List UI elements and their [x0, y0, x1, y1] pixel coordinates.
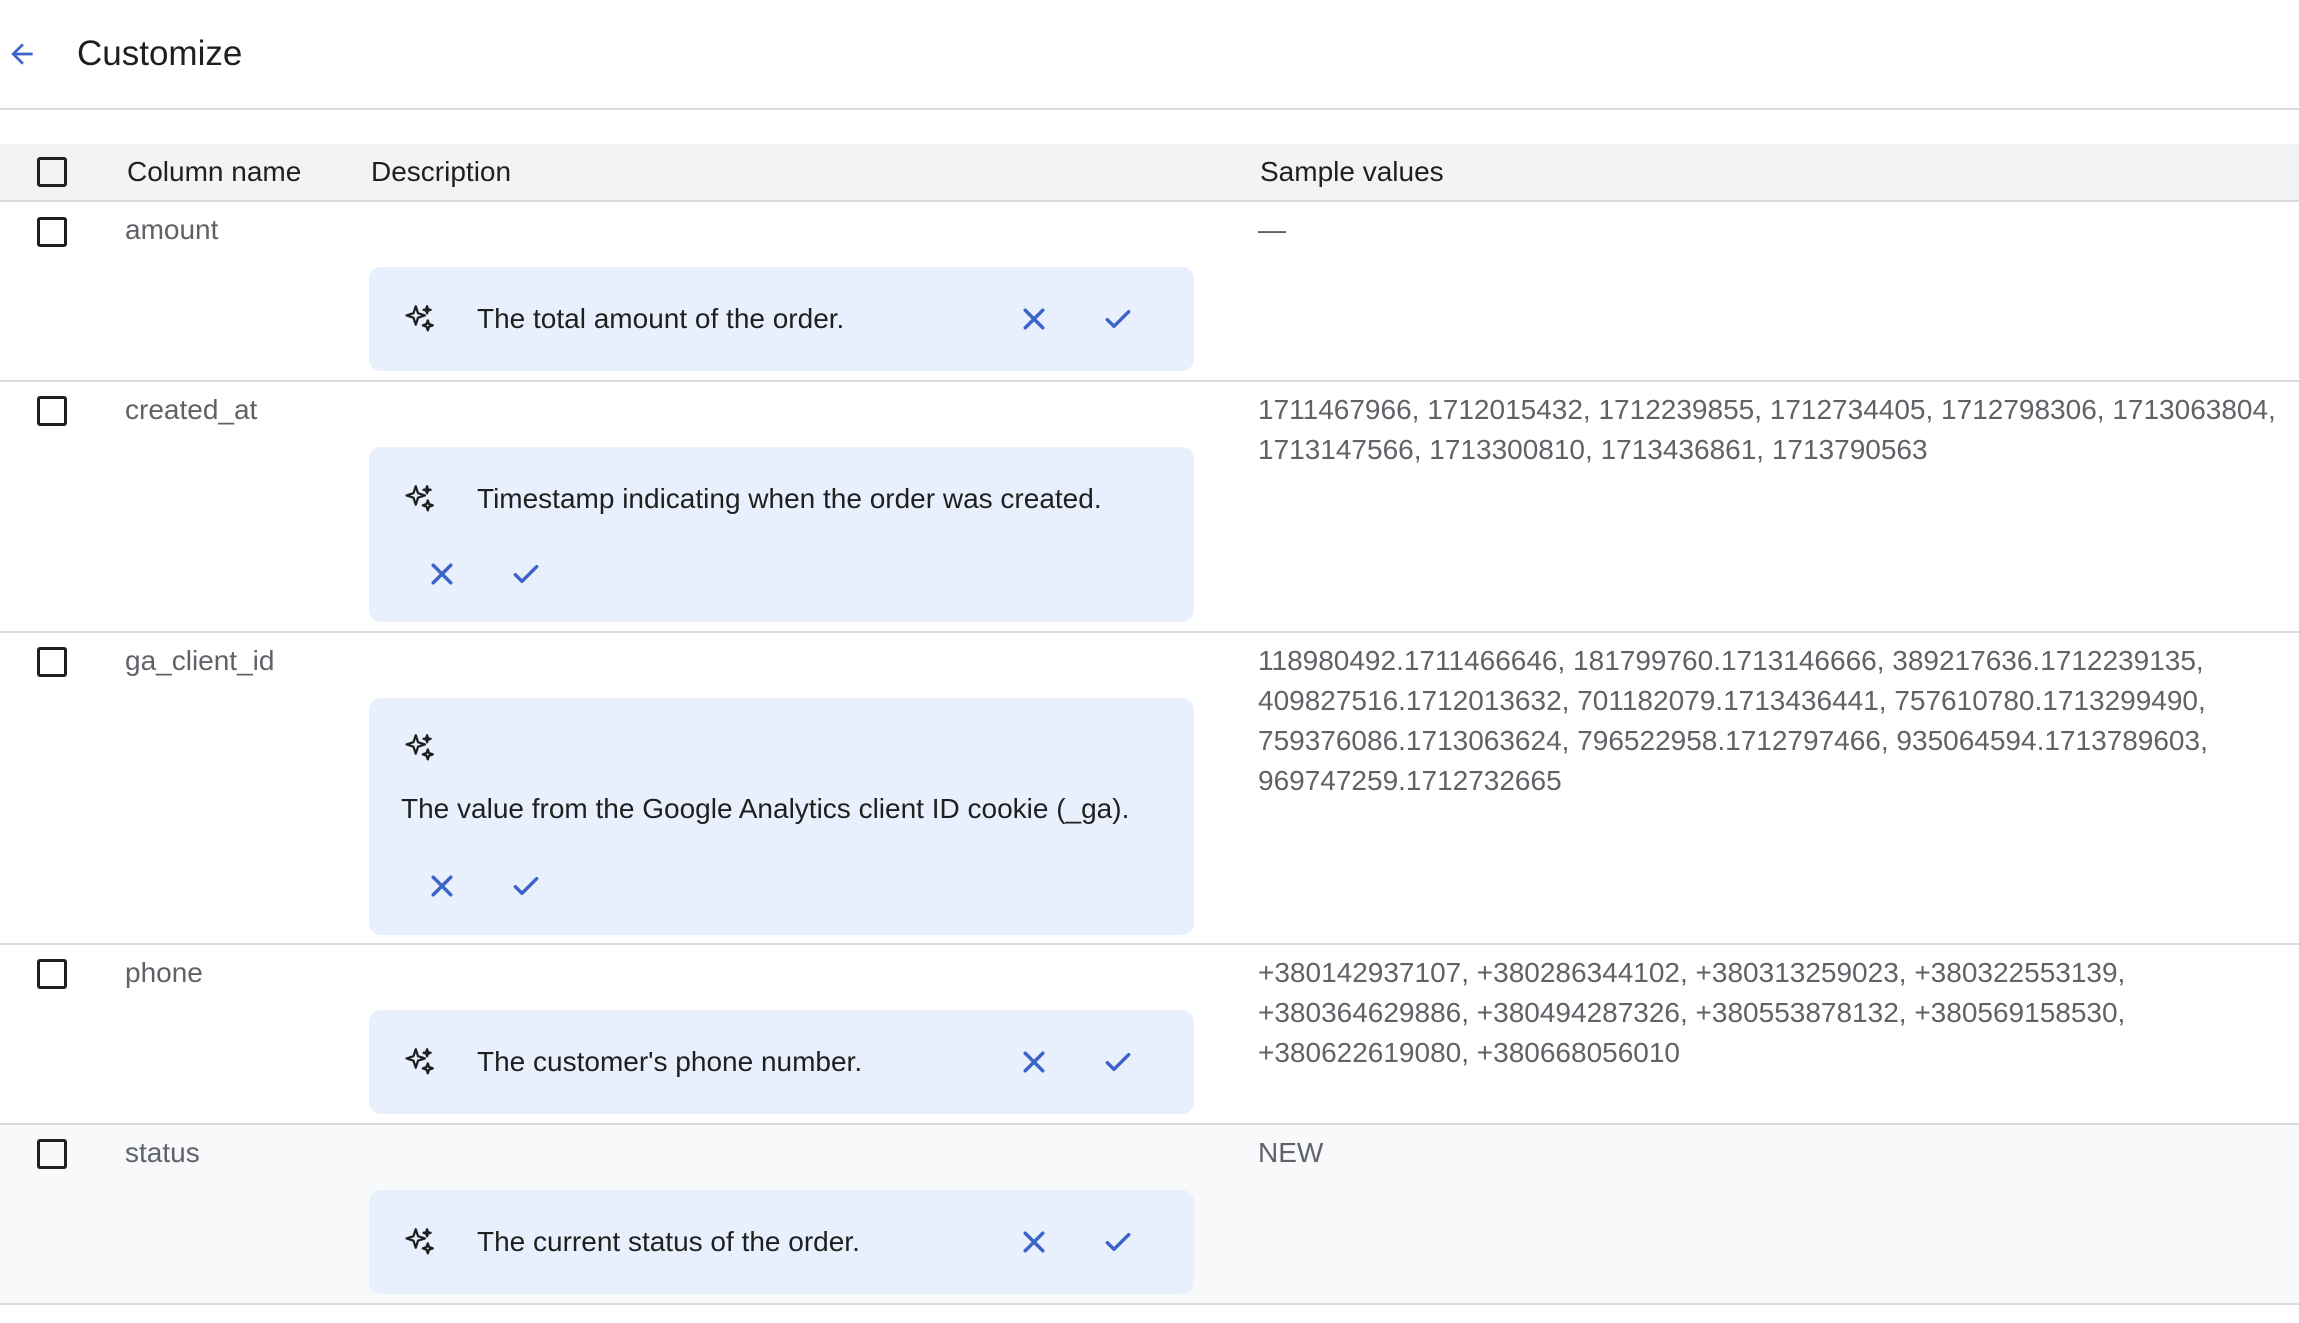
reject-suggestion-button[interactable] [1012, 1220, 1056, 1264]
accept-suggestion-button[interactable] [504, 552, 548, 596]
arrow-back-icon [11, 43, 33, 65]
sample-values-header: Sample values [1260, 156, 1444, 187]
check-icon [513, 564, 539, 584]
sample-values: NEW [1258, 1137, 1324, 1168]
description-text: The total amount of the order. [477, 303, 845, 334]
description-header: Description [371, 156, 512, 187]
row-checkbox[interactable] [37, 217, 67, 247]
sparkle-icon [400, 1222, 440, 1262]
table-header: Column name Description Sample values [0, 144, 2299, 202]
select-all-checkbox[interactable] [37, 157, 67, 187]
sparkle-icon [400, 1042, 440, 1082]
column-name: created_at [125, 394, 258, 425]
close-icon [431, 875, 453, 897]
check-icon [1105, 1232, 1131, 1252]
column-name-header[interactable]: Column name [127, 144, 301, 200]
sparkle-icon [400, 728, 440, 768]
row-checkbox[interactable] [37, 1139, 67, 1169]
close-icon [1023, 1051, 1045, 1073]
table-row: status NEW The current status of the ord… [0, 1125, 2299, 1305]
sample-values: 1711467966, 1712015432, 1712239855, 1712… [1258, 394, 2276, 465]
reject-suggestion-button[interactable] [1012, 297, 1056, 341]
description-suggestion: The current status of the order. [369, 1190, 1194, 1294]
close-icon [431, 563, 453, 585]
customize-page: Customize Column name Description Sample… [0, 0, 2299, 1323]
page-title: Customize [77, 34, 243, 73]
accept-suggestion-button[interactable] [1096, 1220, 1140, 1264]
sparkle-icon [400, 299, 440, 339]
reject-suggestion-button[interactable] [1012, 1040, 1056, 1084]
back-button[interactable] [2, 34, 42, 74]
sample-values: 118980492.1711466646, 181799760.17131466… [1258, 645, 2208, 796]
description-text: Timestamp indicating when the order was … [477, 483, 1102, 514]
check-icon [1105, 309, 1131, 329]
reject-suggestion-button[interactable] [420, 864, 464, 908]
page-header: Customize [0, 0, 2299, 110]
description-text: The current status of the order. [477, 1226, 860, 1257]
description-suggestion: The value from the Google Analytics clie… [369, 698, 1194, 935]
sample-values: — [1258, 214, 1286, 245]
table-row: created_at 1711467966, 1712015432, 17122… [0, 382, 2299, 633]
accept-suggestion-button[interactable] [504, 864, 548, 908]
row-checkbox[interactable] [37, 959, 67, 989]
table-row: amount — The total amount of the order. [0, 202, 2299, 382]
table-row: ga_client_id 118980492.1711466646, 18179… [0, 633, 2299, 945]
sparkle-icon [400, 479, 440, 519]
accept-suggestion-button[interactable] [1096, 1040, 1140, 1084]
column-name: ga_client_id [125, 645, 275, 676]
column-name: amount [125, 214, 219, 245]
row-checkbox[interactable] [37, 396, 67, 426]
description-text: The value from the Google Analytics clie… [401, 793, 1130, 824]
check-icon [1105, 1052, 1131, 1072]
accept-suggestion-button[interactable] [1096, 297, 1140, 341]
close-icon [1023, 308, 1045, 330]
sample-values: +380142937107, +380286344102, +380313259… [1258, 957, 2126, 1068]
description-suggestion: The customer's phone number. [369, 1010, 1194, 1114]
close-icon [1023, 1231, 1045, 1253]
row-checkbox[interactable] [37, 647, 67, 677]
column-name: phone [125, 957, 203, 988]
description-suggestion: Timestamp indicating when the order was … [369, 447, 1194, 622]
table-row: phone +380142937107, +380286344102, +380… [0, 945, 2299, 1125]
reject-suggestion-button[interactable] [420, 552, 464, 596]
description-suggestion: The total amount of the order. [369, 267, 1194, 371]
column-name: status [125, 1137, 200, 1168]
check-icon [513, 876, 539, 896]
description-text: The customer's phone number. [477, 1046, 863, 1077]
